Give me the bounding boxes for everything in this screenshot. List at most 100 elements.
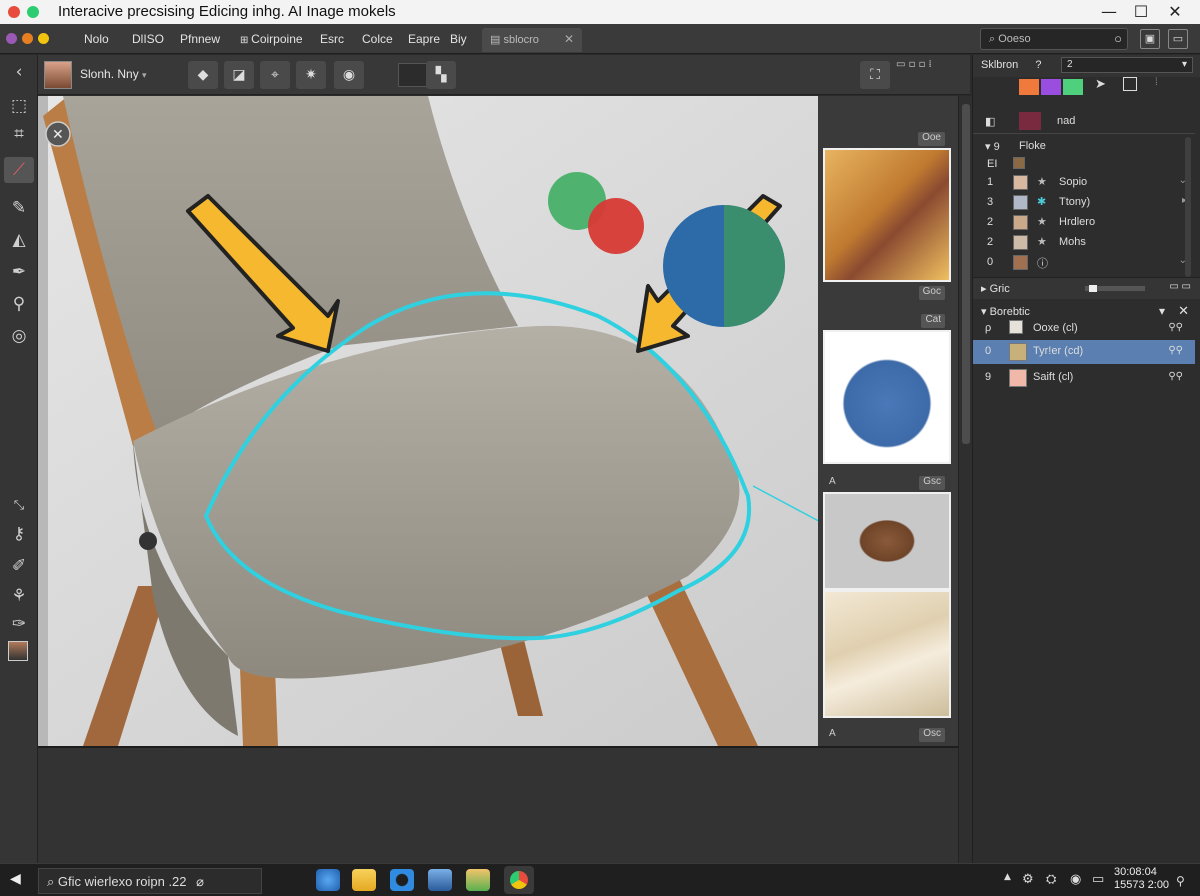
layer-row[interactable]: 2 ★ Hrdlero	[973, 213, 1195, 233]
thumbnail-brown-cube[interactable]	[823, 492, 951, 590]
square-icon[interactable]	[1123, 77, 1137, 91]
chrome-icon-wrap[interactable]	[504, 866, 534, 894]
menu-item[interactable]: Nolo	[84, 32, 109, 46]
smudge-icon[interactable]: ✑	[4, 611, 34, 637]
eraser-icon[interactable]: ◭	[4, 227, 34, 253]
clone-icon[interactable]: ⚘	[4, 583, 34, 609]
crop-icon[interactable]: ⌗	[4, 121, 34, 147]
back-icon[interactable]: ‹	[4, 59, 34, 85]
taskbar-search[interactable]: ⌕ Gfic wierlexo roipn .22 ⌀	[38, 868, 262, 894]
menu-item[interactable]: Pfnnew	[180, 32, 220, 46]
close-tab-icon[interactable]: ✕	[564, 32, 574, 46]
vertical-scrollbar[interactable]	[958, 96, 972, 863]
panel-controls[interactable]: ▭ ▫ ▫ ⁞	[896, 59, 966, 70]
blend-row-selected[interactable]: 0 Tyr!er (cd) ⚲⚲	[973, 340, 1195, 364]
slider-thumb[interactable]	[1089, 285, 1097, 292]
app-ring-icon[interactable]	[390, 869, 414, 891]
expand-icon[interactable]: ▾ 9	[985, 140, 1000, 153]
document-tab[interactable]: ▤ sblocro ✕	[482, 28, 582, 52]
color-row-swatch[interactable]	[1019, 112, 1041, 130]
star-icon[interactable]: ★	[1037, 175, 1047, 188]
menu-item[interactable]: Biy	[450, 32, 467, 46]
lasso-tool-icon[interactable]: ⟋	[4, 157, 34, 183]
panel-menu-icon[interactable]: ▭ ▭	[1169, 281, 1191, 292]
maximize-window-icon[interactable]	[27, 6, 39, 18]
volume-icon[interactable]: ◉	[1070, 872, 1081, 887]
preset-avatar[interactable]	[44, 61, 72, 89]
sparkle-icon[interactable]: ✷	[296, 61, 326, 89]
menu-item[interactable]: Esrc	[320, 32, 344, 46]
blend-row[interactable]: 9 Saift (cl) ⚲⚲	[973, 366, 1195, 390]
color-swatch-green[interactable]	[1063, 79, 1083, 95]
minimize-icon[interactable]: —	[1098, 2, 1120, 22]
mask-icon[interactable]: ▚	[426, 61, 456, 89]
gallery-icon[interactable]	[466, 869, 490, 891]
layer-row[interactable]: 0 ⓘ ⌄	[973, 253, 1195, 273]
color-swatch-orange[interactable]	[1019, 79, 1039, 95]
dial-icon[interactable]: ◎	[4, 323, 34, 349]
thumbnail-blue-powder[interactable]	[823, 330, 951, 464]
key-icon[interactable]: ⚷	[4, 521, 34, 547]
opacity-slider[interactable]	[1085, 285, 1145, 292]
target-icon[interactable]: ◉	[334, 61, 364, 89]
swap-icon[interactable]: ⤡	[4, 493, 34, 519]
battery-icon[interactable]: ▭	[1092, 872, 1104, 887]
lock-icon[interactable]: ◧	[985, 115, 995, 128]
folder-icon[interactable]	[352, 869, 376, 891]
restore-icon[interactable]: ☐	[1130, 2, 1152, 22]
star-icon[interactable]: ✱	[1037, 195, 1046, 208]
grip-icon[interactable]: ⁞	[1155, 77, 1158, 88]
layer-row[interactable]: 2 ★ Mohs	[973, 233, 1195, 253]
notification-icon[interactable]: ⚲	[1176, 874, 1185, 888]
arrow-down-icon[interactable]: ▾	[1159, 304, 1165, 318]
settings-icon[interactable]: ⚙	[1022, 872, 1034, 887]
arrow-shape-icon[interactable]: ◆	[188, 61, 218, 89]
heal-icon[interactable]: ✐	[4, 553, 34, 579]
microphone-icon[interactable]: ⌀	[196, 874, 204, 889]
link-icon[interactable]: ⚲⚲	[1168, 345, 1183, 356]
layers-scrollbar[interactable]	[1185, 137, 1191, 277]
thumbnail-plaster[interactable]	[823, 590, 951, 718]
info-icon[interactable]: ⓘ	[1037, 255, 1048, 271]
image-canvas[interactable]: ✕	[38, 96, 958, 746]
star-icon[interactable]: ★	[1037, 215, 1047, 228]
photos-icon[interactable]	[428, 869, 452, 891]
scrollbar-thumb[interactable]	[962, 104, 970, 444]
preset-name[interactable]: Slonh. Nny ▾	[80, 67, 147, 81]
layers-field[interactable]: 2 ▾	[1061, 57, 1193, 73]
menu-item[interactable]: DlISO	[132, 32, 164, 46]
eraser-option-icon[interactable]: ◪	[224, 61, 254, 89]
dropper-icon[interactable]: ⚲	[4, 291, 34, 317]
taskbar-clock[interactable]: 30:08:04 15573 2:00	[1114, 866, 1169, 892]
layer-row[interactable]: 1 ★ Sopio ⌄	[973, 173, 1195, 193]
menu-item[interactable]: Eapre	[408, 32, 440, 46]
window-icon[interactable]: ▭	[1168, 29, 1188, 49]
save-icon[interactable]: ▣	[1140, 29, 1160, 49]
menu-item[interactable]: Colce	[362, 32, 393, 46]
search-input[interactable]: ⌕ Ooeso ○	[980, 28, 1128, 50]
close-icon[interactable]: ✕	[1164, 2, 1186, 22]
thumbnail-caramel[interactable]	[823, 148, 951, 282]
blend-row[interactable]: ρ Ooxe (cl) ⚲⚲	[973, 317, 1195, 341]
help-icon[interactable]: ?	[1035, 59, 1041, 71]
marquee-icon[interactable]: ⬚	[4, 93, 34, 119]
network-icon[interactable]: ⛭	[1046, 872, 1056, 887]
layer-row[interactable]: EI	[973, 155, 1195, 175]
edge-icon[interactable]	[316, 869, 340, 891]
cursor-icon[interactable]: ➤	[1095, 77, 1106, 92]
link-icon[interactable]: ⚲⚲	[1168, 322, 1183, 333]
tray-arrow-icon[interactable]: ▲	[1004, 872, 1011, 882]
layer-group-row[interactable]: ▾ 9 Floke	[973, 137, 1195, 157]
layer-row[interactable]: 3 ✱ Ttony) ▸	[973, 193, 1195, 213]
start-icon[interactable]: ◀	[10, 871, 21, 887]
color-swatch-purple[interactable]	[1041, 79, 1061, 95]
star-icon[interactable]: ★	[1037, 235, 1047, 248]
pin-icon[interactable]: ⌖	[260, 61, 290, 89]
pen-icon[interactable]: ✒	[4, 259, 34, 285]
brush-icon[interactable]: ✎	[4, 195, 34, 221]
menu-item[interactable]: ⊞ Coirpoine	[240, 32, 303, 46]
link-icon[interactable]: ⚲⚲	[1168, 371, 1183, 382]
bucket-icon[interactable]: ⛶	[860, 61, 890, 89]
user-avatar-icon[interactable]	[8, 641, 28, 661]
close-window-icon[interactable]	[8, 6, 20, 18]
